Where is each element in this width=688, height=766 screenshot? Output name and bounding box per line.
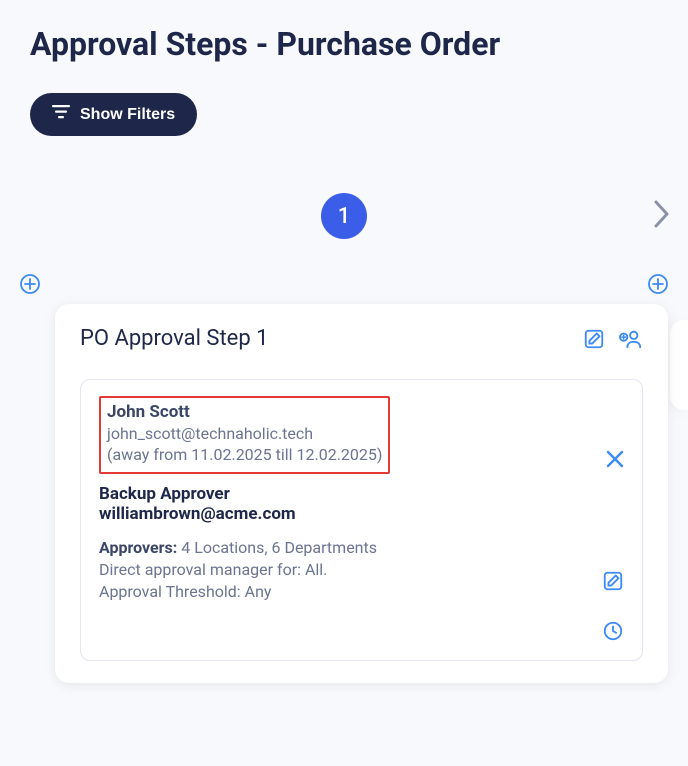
approver-details-card: John Scott john_scott@technaholic.tech (…: [80, 379, 643, 661]
approver-highlight-box: John Scott john_scott@technaholic.tech (…: [99, 396, 390, 474]
page-title: Approval Steps - Purchase Order: [0, 0, 688, 63]
add-step-left-button[interactable]: [20, 274, 40, 294]
next-card-peek: [670, 320, 688, 410]
show-filters-label: Show Filters: [80, 106, 175, 124]
approval-threshold-text: Approval Threshold: Any: [99, 582, 624, 601]
step-indicator-row: 1: [0, 186, 688, 246]
backup-approver-email: williambrown@acme.com: [99, 504, 624, 524]
show-filters-button[interactable]: Show Filters: [30, 93, 197, 136]
approvers-value: 4 Locations, 6 Departments: [177, 538, 377, 557]
filter-icon: [52, 105, 70, 124]
card-header-actions: [583, 328, 643, 350]
card-header: PO Approval Step 1: [80, 326, 643, 351]
add-step-right-button[interactable]: [648, 274, 668, 294]
remove-approver-button[interactable]: [606, 450, 624, 472]
chevron-right-icon[interactable]: [654, 200, 670, 232]
card-title: PO Approval Step 1: [80, 326, 269, 351]
approvers-summary: Approvers: 4 Locations, 6 Departments: [99, 538, 624, 557]
approver-email: john_scott@technaholic.tech: [107, 424, 382, 443]
approval-step-card: PO Approval Step 1 John Scott: [55, 304, 668, 683]
approver-name: John Scott: [107, 402, 382, 422]
step-number-badge: 1: [321, 193, 367, 239]
edit-approver-button[interactable]: [602, 570, 624, 596]
edit-step-button[interactable]: [583, 328, 605, 350]
history-button[interactable]: [602, 620, 624, 646]
approver-away-text: (away from 11.02.2025 till 12.02.2025): [107, 445, 382, 464]
add-step-row: [0, 246, 688, 294]
approvers-label: Approvers:: [99, 538, 177, 557]
add-approver-button[interactable]: [619, 328, 643, 350]
direct-manager-text: Direct approval manager for: All.: [99, 560, 624, 579]
backup-approver-title: Backup Approver: [99, 484, 624, 504]
